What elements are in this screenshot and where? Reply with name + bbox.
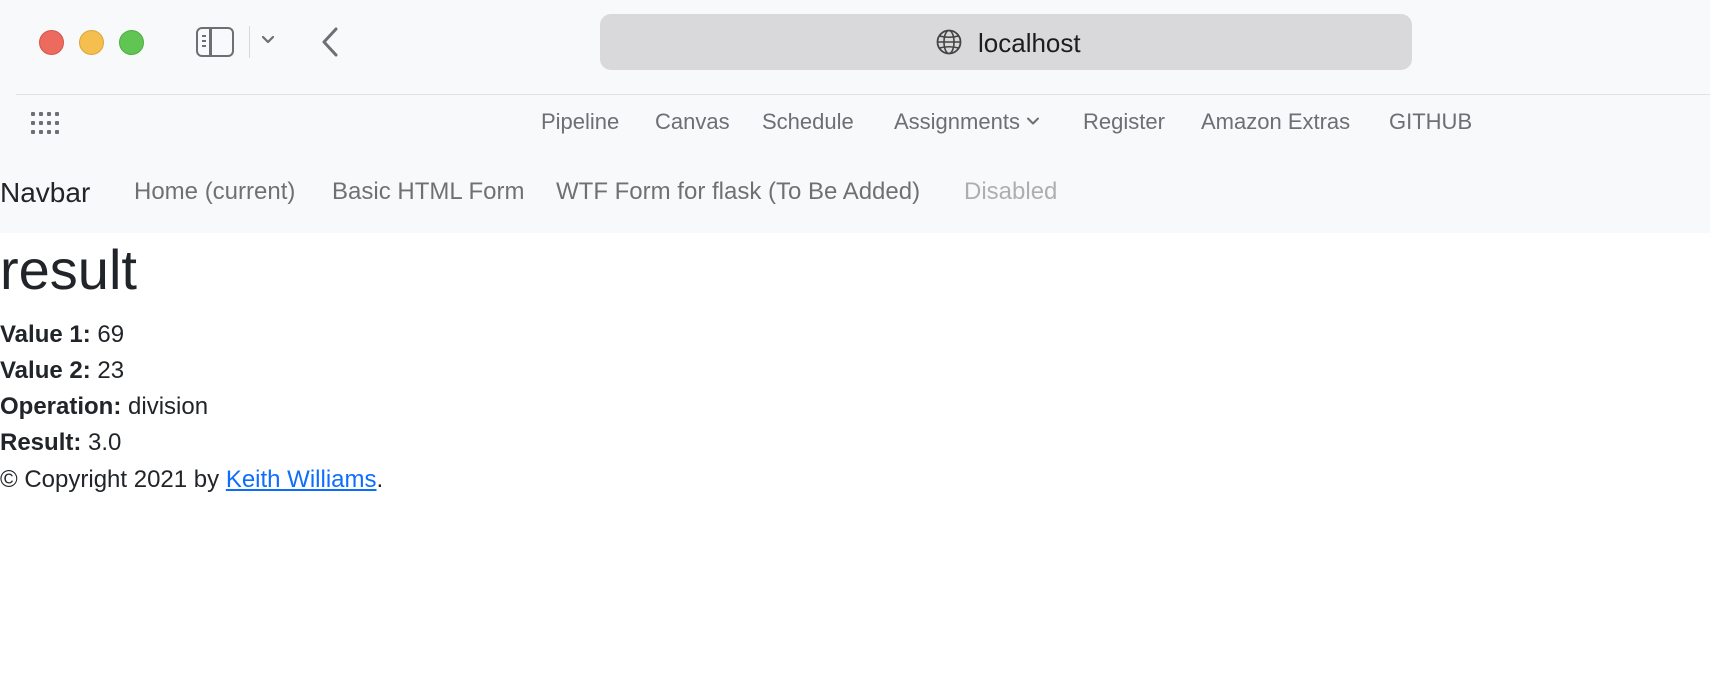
page-title: result (0, 238, 137, 301)
favorite-pipeline[interactable]: Pipeline (541, 108, 619, 136)
chevron-down-icon[interactable] (259, 30, 277, 48)
field-value: division (128, 393, 209, 420)
nav-basic-html-form[interactable]: Basic HTML Form (332, 177, 524, 207)
field-label: Operation: (0, 393, 122, 420)
globe-icon (936, 29, 962, 55)
author-link[interactable]: Keith Williams (226, 466, 377, 493)
favorite-canvas[interactable]: Canvas (655, 108, 730, 136)
navbar-brand[interactable]: Navbar (0, 176, 90, 210)
nav-wtf-form[interactable]: WTF Form for flask (To Be Added) (556, 177, 920, 207)
field-value: 69 (97, 321, 125, 348)
copyright-suffix: . (376, 466, 384, 493)
url-text[interactable]: localhost (978, 27, 1081, 59)
title-bar: localhost (0, 0, 1710, 95)
field-label: Value 1: (0, 321, 91, 348)
field-operation: Operation: division (0, 392, 208, 422)
field-value-2: Value 2: 23 (0, 356, 124, 386)
minimize-window-button[interactable] (79, 30, 104, 55)
field-value-1: Value 1: 69 (0, 320, 124, 350)
field-result: Result: 3.0 (0, 428, 121, 458)
copyright-text: © Copyright 2021 by (0, 466, 226, 493)
chevron-down-icon (1026, 117, 1039, 125)
footer-copyright: © Copyright 2021 by Keith Williams. (0, 465, 383, 495)
favorite-amazon-extras[interactable]: Amazon Extras (1201, 108, 1350, 136)
close-window-button[interactable] (39, 30, 64, 55)
nav-disabled: Disabled (964, 178, 1058, 205)
zoom-window-button[interactable] (119, 30, 144, 55)
back-arrow-icon[interactable] (318, 24, 342, 60)
sidebar-toggle-icon[interactable] (196, 27, 234, 57)
toolbar-divider (16, 94, 1710, 95)
field-value: 3.0 (88, 429, 122, 456)
toolbar-separator (249, 26, 250, 58)
field-label: Value 2: (0, 357, 91, 384)
favorite-schedule[interactable]: Schedule (762, 108, 854, 136)
nav-home[interactable]: Home (current) (134, 177, 295, 207)
favorite-assignments-label: Assignments (894, 109, 1020, 134)
favorite-register[interactable]: Register (1083, 108, 1165, 136)
browser-chrome: localhost Pipeline Canvas Schedule Assig… (0, 0, 1710, 233)
favorite-github[interactable]: GITHUB (1389, 108, 1472, 136)
field-label: Result: (0, 429, 82, 456)
field-value: 23 (97, 357, 125, 384)
favorite-assignments[interactable]: Assignments (894, 108, 1040, 136)
apps-grid-icon[interactable] (31, 112, 59, 134)
